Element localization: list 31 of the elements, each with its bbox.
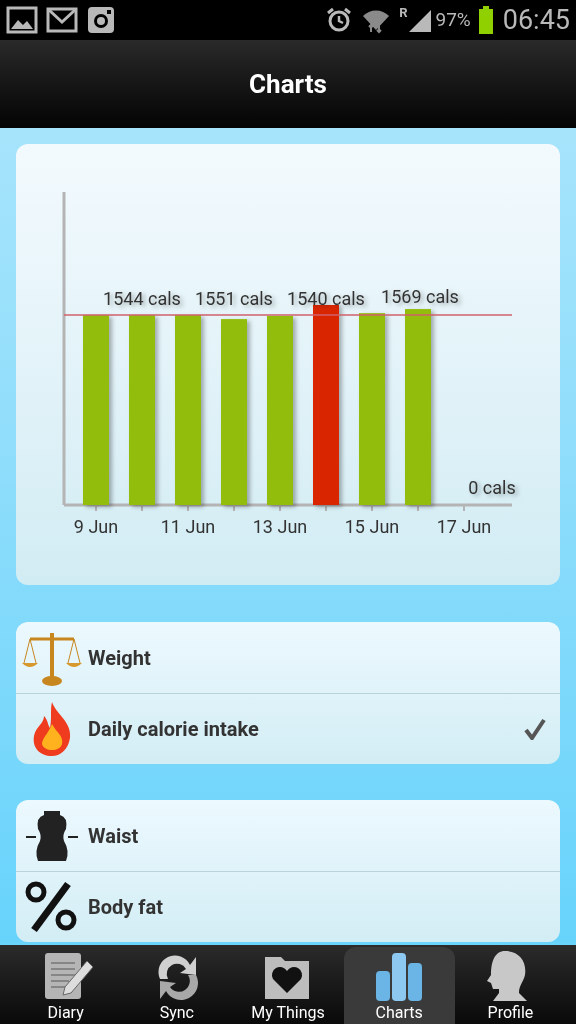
tab[interactable]: My Things — [232, 947, 344, 1024]
alarm-icon — [325, 6, 354, 34]
battery-icon — [478, 6, 493, 34]
list-item[interactable]: Weight — [16, 622, 560, 693]
data-label: 1569 cals — [381, 286, 459, 307]
item-label: Daily calorie intake — [88, 716, 260, 743]
x-tick-label: 13 Jun — [252, 516, 308, 537]
x-tick-label: 15 Jun — [344, 516, 400, 537]
data-label: 1540 cals — [287, 288, 365, 309]
battery-percentage: 97% — [435, 6, 471, 33]
roaming-indicator: R — [399, 6, 408, 19]
x-tick-label: 17 Jun — [436, 516, 492, 537]
mail-icon — [46, 6, 78, 34]
item-label: Waist — [88, 822, 140, 850]
item-label: Weight — [88, 644, 152, 672]
x-tick-label: 11 Jun — [160, 516, 216, 537]
tab[interactable]: Charts — [343, 947, 455, 1024]
image-icon — [6, 6, 38, 34]
data-label: 1551 cals — [195, 288, 273, 309]
clock: 06:45 — [502, 2, 570, 38]
x-tick-label: 9 Jun — [73, 516, 119, 537]
tab[interactable]: Sync — [121, 947, 233, 1024]
data-label: 0 cals — [468, 477, 516, 498]
tab[interactable]: Profile — [454, 947, 566, 1024]
tab[interactable]: Diary — [10, 947, 122, 1024]
list-item[interactable]: Waist — [16, 800, 560, 871]
item-label: Body fat — [88, 894, 164, 921]
camera-app-icon — [86, 5, 116, 35]
list-item[interactable]: Daily calorie intake — [16, 693, 560, 764]
data-label: 1544 cals — [103, 288, 181, 309]
screen-title: Charts — [249, 67, 327, 101]
